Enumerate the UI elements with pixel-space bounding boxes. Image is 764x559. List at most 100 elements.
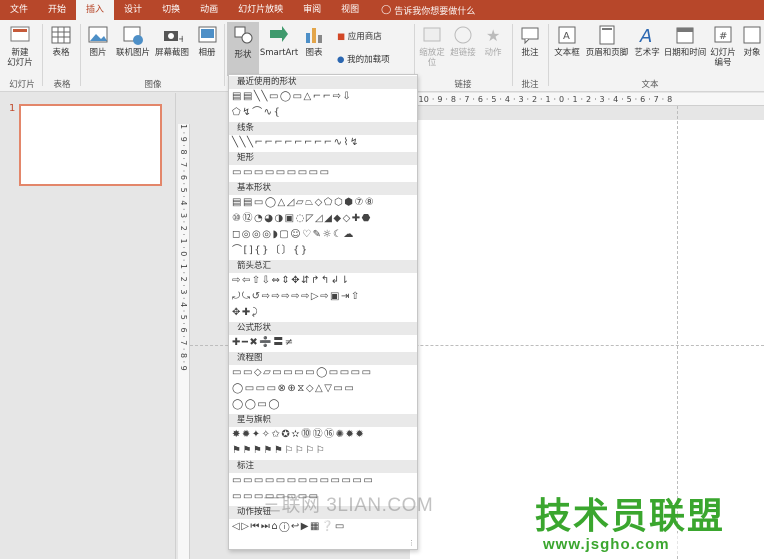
app-store-label: 应用商店 (347, 32, 382, 42)
online-picture-button[interactable]: 联机图片 (114, 24, 152, 58)
datetime-button[interactable]: 日期和时间 (663, 24, 707, 58)
tab-view[interactable]: 视图 (331, 0, 369, 20)
object-icon (743, 26, 761, 44)
hyperlink-button[interactable]: 超链接 (449, 24, 477, 58)
shapes-row[interactable]: ╲╲╲⌐⌐⌐⌐⌐⌐⌐⌐∿⌇↯ (229, 135, 417, 151)
wordart-button[interactable]: A 艺术字 (632, 24, 662, 58)
tab-design[interactable]: 设计 (114, 0, 152, 20)
group-label-tables: 表格 (53, 80, 71, 90)
slide-number-icon: # (714, 26, 732, 43)
shapes-row[interactable]: ✚━✖➗〓≠ (229, 335, 417, 351)
picture-icon (88, 26, 108, 43)
screenshot-button[interactable]: + 屏幕截图 (153, 24, 191, 58)
shapes-category-header: 矩形 (229, 152, 417, 165)
group-label-slides: 幻灯片 (9, 80, 35, 90)
slide-thumbnail[interactable] (19, 104, 162, 186)
shapes-row[interactable]: ✸✹✦✧✩✪✫⓾⑫⑯✺✹✹ (229, 427, 417, 443)
shapes-row[interactable]: ⤾⤿↺⇨⇨⇨⇨⇨▷⇨▣⇥⇧ (229, 289, 417, 305)
smartart-button[interactable]: SmartArt (259, 24, 299, 58)
online-picture-label: 联机图片 (115, 48, 150, 58)
comment-button[interactable]: 批注 (517, 24, 543, 58)
group-label-links: 链接 (454, 80, 472, 90)
calendar-icon (676, 27, 694, 44)
shapes-row[interactable]: ⚑⚑⚑⚑⚑⚐⚐⚐⚐ (229, 443, 417, 459)
hyperlink-label: 超链接 (450, 48, 476, 58)
svg-text:★: ★ (486, 26, 500, 45)
shapes-row[interactable]: ✥✚⤸ (229, 305, 417, 321)
watermark-3lian: 三联网 3LIAN.COM (262, 495, 434, 516)
my-addins-button[interactable]: ● 我的加载项 (337, 55, 390, 65)
tab-slideshow[interactable]: 幻灯片放映 (228, 0, 293, 20)
table-label: 表格 (52, 48, 70, 58)
shapes-row[interactable]: ▭▭▭▭▭▭▭▭▭ (229, 165, 417, 181)
horizontal-ruler: 1 · 10 · 9 · 8 · 7 · 6 · 5 · 4 · 3 · 2 ·… (405, 93, 764, 106)
album-label: 相册 (198, 48, 216, 58)
svg-text:+: + (178, 34, 183, 45)
zoom-label: 缩放定 位 (419, 48, 445, 68)
shapes-button[interactable]: 形状 (227, 22, 259, 76)
shapes-row[interactable]: ◯▭▭▭⊗⊕⧖◇△▽▭▭ (229, 381, 417, 397)
tell-me-box[interactable]: ◯ 告诉我你想要做什么 (369, 4, 475, 17)
picture-button[interactable]: 图片 (84, 24, 112, 58)
slide-thumbnail-number: 1 (9, 103, 16, 114)
table-button[interactable]: 表格 (47, 24, 75, 58)
resize-grip-icon[interactable]: ⋮ (408, 539, 415, 547)
action-button[interactable]: ★ 动作 (479, 24, 507, 58)
shapes-row[interactable]: ⇨⇦⇧⇩⇔⇕✥⇵↱↰↲⇂ (229, 273, 417, 289)
datetime-label: 日期和时间 (663, 48, 707, 58)
shapes-category-header: 线条 (229, 122, 417, 135)
comment-label: 批注 (521, 48, 539, 58)
shapes-row[interactable]: ▤▤▭◯△◿▱⏢◇⬠⬡⬢⑦⑧ (229, 195, 417, 211)
shapes-row[interactable]: ◻◎◎◎◗▢☺♡✎☼☾☁ (229, 227, 417, 243)
group-label-comments: 批注 (521, 80, 539, 90)
wordart-label: 艺术字 (634, 48, 660, 58)
album-button[interactable]: 相册 (193, 24, 221, 58)
shapes-gallery-dropdown: 最近使用的形状 ▤▤╲╲▭◯▭△⌐⌐⇨⇩ ⬠↯⌒∿{线条 ╲╲╲⌐⌐⌐⌐⌐⌐⌐⌐∿⌇↯… (228, 74, 418, 550)
zoom-button[interactable]: 缩放定 位 (417, 24, 447, 68)
shapes-row[interactable]: ⑩⑫◔◕◑▣◌◸◿◢◆◇✚⬣ (229, 211, 417, 227)
shapes-row[interactable]: ◁▷⏮⏭⌂ⓘ↩▶▦❔▭ (229, 519, 417, 535)
textbox-button[interactable]: A 文本框 (552, 24, 582, 58)
object-button[interactable]: 对象 (740, 24, 764, 58)
app-store-button[interactable]: ■ 应用商店 (337, 32, 382, 42)
chart-button[interactable]: 图表 (301, 24, 327, 58)
new-slide-button[interactable]: 新建 幻灯片 (4, 24, 36, 68)
header-footer-label: 页眉和页脚 (585, 48, 629, 58)
slide-number-button[interactable]: # 幻灯片 编号 (708, 24, 738, 68)
slide-number-label: 幻灯片 编号 (710, 48, 736, 68)
header-footer-button[interactable]: 页眉和页脚 (584, 24, 630, 58)
tab-insert[interactable]: 插入 (76, 0, 115, 20)
new-slide-icon (10, 26, 30, 42)
tab-review[interactable]: 审阅 (293, 0, 331, 20)
table-icon (51, 26, 71, 44)
watermark-jsgho-brand: 技术员联盟 (535, 496, 726, 537)
shapes-category-header: 标注 (229, 460, 417, 473)
shapes-row[interactable]: ⬠↯⌒∿{ (229, 105, 417, 121)
shapes-row[interactable]: ▭▭◇▱▭▭▭▭◯▭▭▭▭ (229, 365, 417, 381)
shapes-row[interactable]: ▤▤╲╲▭◯▭△⌐⌐⇨⇩ (229, 89, 417, 105)
textbox-label: 文本框 (554, 48, 580, 58)
online-picture-icon (123, 26, 143, 45)
shapes-row[interactable]: ◯◯▭◯ (229, 397, 417, 413)
addins-icon: ● (337, 55, 345, 65)
shapes-category-header: 公式形状 (229, 322, 417, 335)
album-icon (198, 26, 217, 43)
smartart-icon (270, 26, 288, 42)
vertical-ruler: 1 · 9 · 8 · 7 · 6 · 5 · 4 · 3 · 2 · 1 · … (178, 124, 190, 559)
object-label: 对象 (743, 48, 761, 58)
header-footer-icon (599, 25, 615, 45)
shapes-category-header: 箭头总汇 (229, 260, 417, 273)
picture-label: 图片 (89, 48, 107, 58)
shapes-label: 形状 (234, 50, 252, 60)
tab-file[interactable]: 文件 (0, 0, 38, 20)
shapes-row[interactable]: ▭▭▭▭▭▭▭▭▭▭▭▭▭ (229, 473, 417, 489)
my-addins-label: 我的加载项 (347, 55, 390, 65)
textbox-icon: A (558, 26, 576, 44)
screenshot-label: 屏幕截图 (154, 48, 189, 58)
tab-transitions[interactable]: 切换 (152, 0, 190, 20)
shapes-category-header: 流程图 (229, 352, 417, 365)
new-slide-label: 新建 幻灯片 (7, 48, 33, 68)
shapes-row[interactable]: ⌒[]{}〔〕{} (229, 243, 417, 259)
tab-animations[interactable]: 动画 (190, 0, 228, 20)
tab-home[interactable]: 开始 (38, 0, 76, 20)
